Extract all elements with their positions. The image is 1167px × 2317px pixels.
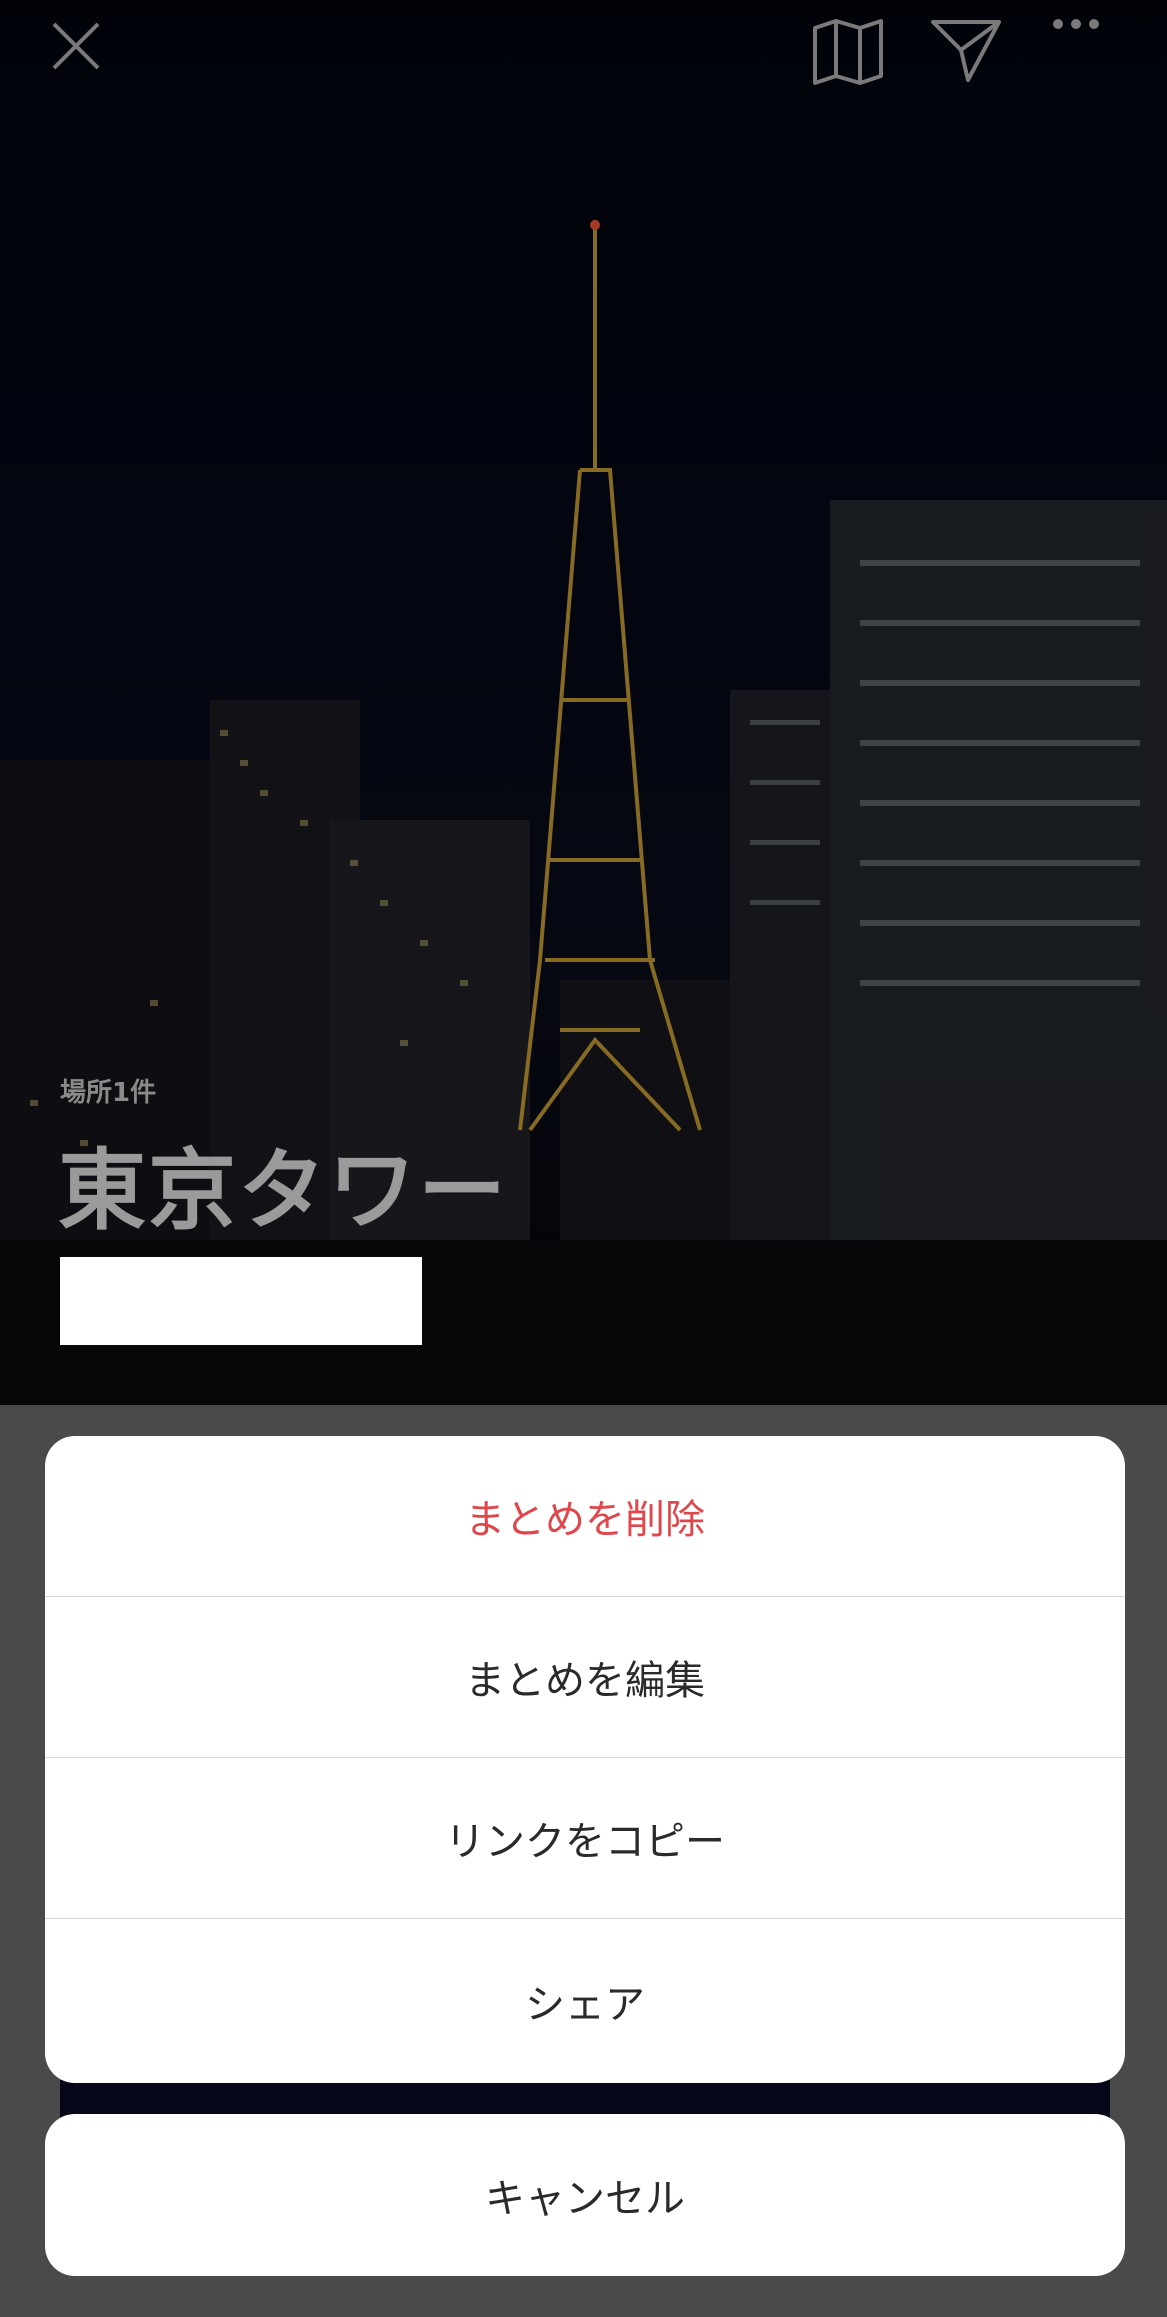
copy-link-button[interactable]: リンクをコピー	[45, 1758, 1125, 1919]
place-count: 場所1件	[60, 1078, 157, 1108]
redacted-block	[60, 1257, 422, 1345]
delete-collection-button[interactable]: まとめを削除	[45, 1436, 1125, 1597]
action-sheet: まとめを削除 まとめを編集 リンクをコピー シェア	[45, 1436, 1125, 2083]
collection-title: 東京タワー	[58, 1139, 509, 1242]
cancel-button[interactable]: キャンセル	[45, 2114, 1125, 2276]
more-icon[interactable]	[1052, 18, 1120, 86]
edit-collection-button[interactable]: まとめを編集	[45, 1597, 1125, 1758]
share-button[interactable]: シェア	[45, 1919, 1125, 2083]
cover-photo: 場所1件 東京タワー	[0, 0, 1167, 1405]
map-icon[interactable]	[812, 18, 892, 86]
close-icon[interactable]	[48, 18, 116, 86]
send-icon[interactable]	[930, 18, 1006, 86]
